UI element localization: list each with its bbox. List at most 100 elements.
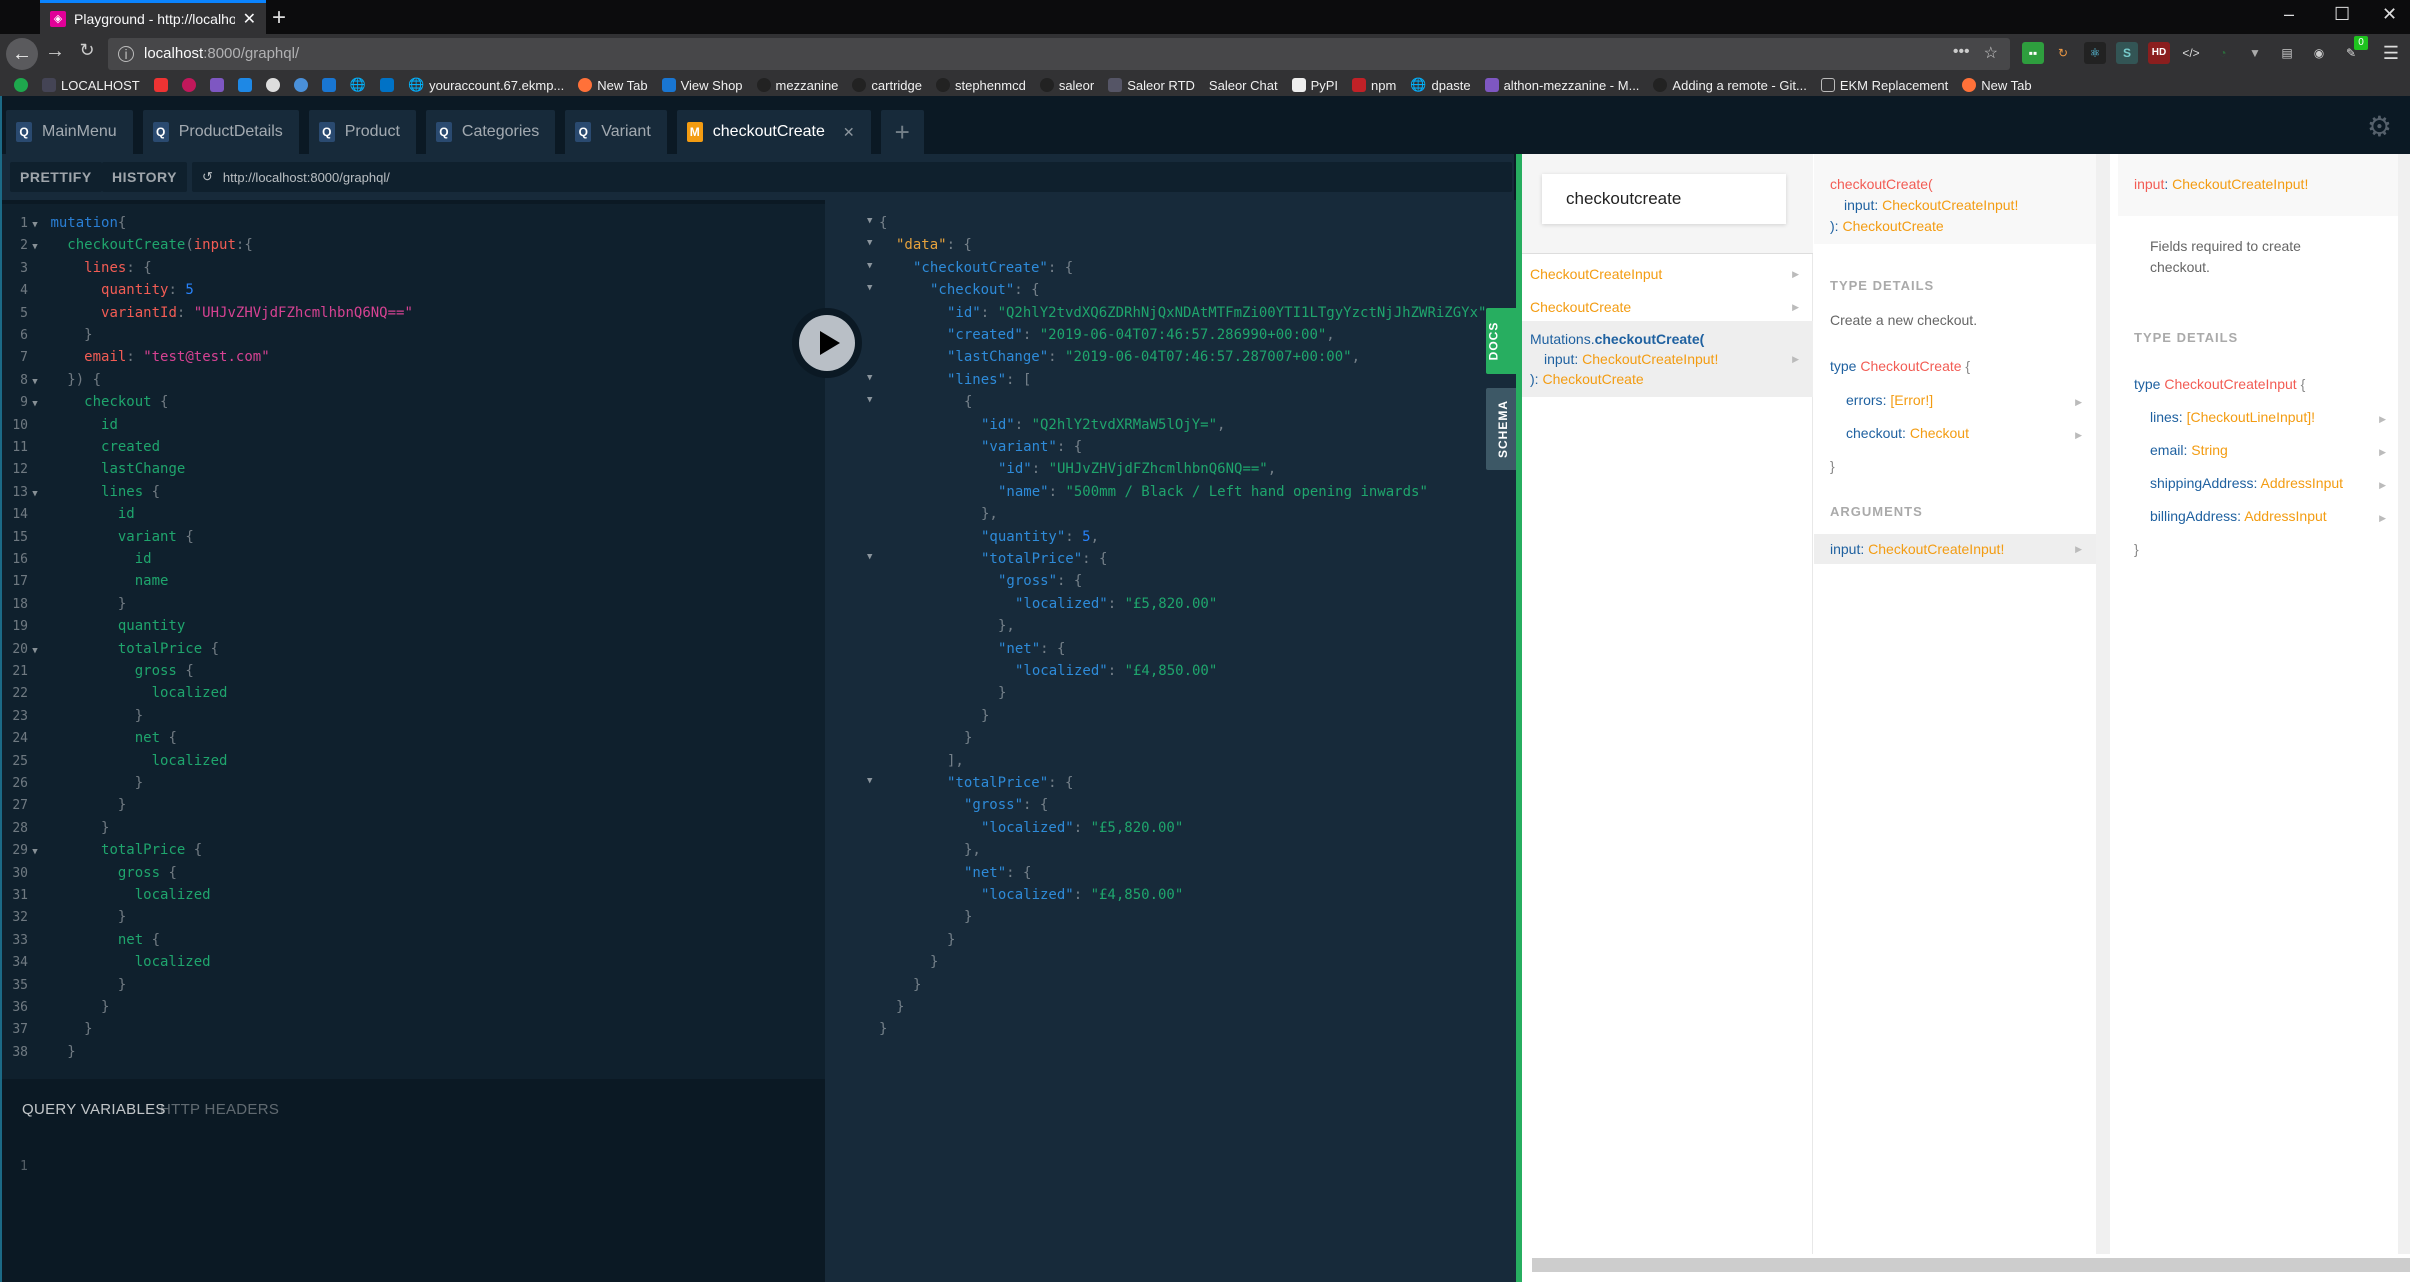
- menu-icon[interactable]: ☰: [2380, 42, 2402, 64]
- input-field-email[interactable]: email: String ▶: [2118, 440, 2400, 460]
- query-line[interactable]: 16 id: [2, 548, 151, 570]
- query-line[interactable]: 5 variantId: "UHJvZHVjdFZhcmlhbnQ6NQ==": [2, 302, 413, 324]
- query-line[interactable]: 7 email: "test@test.com": [2, 346, 269, 368]
- query-line[interactable]: 19 quantity: [2, 615, 185, 637]
- bookmark-icon-1[interactable]: [153, 78, 168, 92]
- fold-toggle-icon[interactable]: ▼: [867, 776, 872, 786]
- extension-vue-icon[interactable]: ▼: [2244, 42, 2266, 64]
- bookmark-outlook-icon[interactable]: [379, 78, 394, 92]
- bookmark-youraccount[interactable]: 🌐 youraccount.67.ekmp...: [408, 77, 564, 93]
- reload-button[interactable]: ↻: [72, 40, 102, 61]
- query-line[interactable]: 25 localized: [2, 750, 227, 772]
- tab-categories[interactable]: Q Categories: [425, 110, 556, 154]
- bookmark-icon-7[interactable]: [321, 78, 336, 92]
- argument-input[interactable]: input: CheckoutCreateInput! ▶: [1814, 534, 2096, 564]
- tab-productdetails[interactable]: Q ProductDetails: [142, 110, 299, 154]
- bookmark-althon-mezzanine[interactable]: althon-mezzanine - M...: [1484, 78, 1639, 93]
- fold-toggle-icon[interactable]: ▼: [867, 283, 872, 293]
- http-headers-tab[interactable]: HTTP HEADERS: [160, 1101, 279, 1118]
- query-line[interactable]: 30 gross {: [2, 862, 177, 884]
- schema-tab[interactable]: SCHEMA: [1486, 388, 1516, 470]
- settings-gear-icon[interactable]: ⚙: [2367, 110, 2392, 143]
- query-line[interactable]: 8 ▼ }) {: [2, 369, 101, 391]
- extension-notes-icon[interactable]: ▤: [2276, 42, 2298, 64]
- query-line[interactable]: 21 gross {: [2, 660, 193, 682]
- bookmark-ekm-replacement[interactable]: EKM Replacement: [1820, 78, 1948, 93]
- url-bar[interactable]: i localhost:8000/graphql/ ••• ☆: [108, 38, 2010, 70]
- extension-sync-icon[interactable]: ↻: [2052, 42, 2074, 64]
- query-line[interactable]: 9 ▼ checkout {: [2, 391, 168, 413]
- docs-column-scrollbar[interactable]: [2398, 154, 2410, 1254]
- tab-mainmenu[interactable]: Q MainMenu: [6, 110, 133, 154]
- fold-toggle-icon[interactable]: ▼: [867, 395, 872, 405]
- fold-toggle-icon[interactable]: ▼: [867, 216, 872, 226]
- query-line[interactable]: 34 localized: [2, 951, 210, 973]
- tab-checkoutcreate[interactable]: McheckoutCreate ✕: [676, 110, 871, 154]
- endpoint-input[interactable]: ↺ http://localhost:8000/graphql/: [192, 162, 1512, 192]
- bookmark-icon-3[interactable]: [209, 78, 224, 92]
- bookmark-view-shop[interactable]: View Shop: [661, 78, 743, 93]
- query-line[interactable]: 13 ▼ lines {: [2, 481, 160, 503]
- extension-badge-icon[interactable]: ✎ 0: [2340, 36, 2368, 64]
- query-line[interactable]: 37 }: [2, 1018, 92, 1040]
- reload-schema-icon[interactable]: ↺: [202, 169, 213, 185]
- browser-tab[interactable]: ◈ Playground - http://localhost:8 ✕: [40, 0, 266, 34]
- bookmark-new-tab-2[interactable]: New Tab: [1962, 78, 2032, 93]
- query-line[interactable]: 15 variant {: [2, 526, 193, 548]
- query-line[interactable]: 28 }: [2, 817, 109, 839]
- query-line[interactable]: 23 }: [2, 705, 143, 727]
- back-button[interactable]: ←: [6, 38, 38, 70]
- bookmark-saleor[interactable]: saleor: [1039, 78, 1094, 93]
- query-line[interactable]: 31 localized: [2, 884, 210, 906]
- type-field-checkout[interactable]: checkout: Checkout ▶: [1814, 423, 2096, 443]
- forward-button[interactable]: →: [40, 40, 70, 63]
- query-variables-tab[interactable]: QUERY VARIABLES: [22, 1101, 166, 1118]
- query-line[interactable]: 10 id: [2, 414, 118, 436]
- extension-history-icon[interactable]: ◔: [2212, 42, 2234, 64]
- query-line[interactable]: 38 }: [2, 1041, 75, 1063]
- bookmark-saleor-rtd[interactable]: Saleor RTD: [1108, 78, 1195, 93]
- tab-product[interactable]: Q Product: [308, 110, 416, 154]
- close-window-button[interactable]: ✕: [2382, 4, 2397, 25]
- query-line[interactable]: 17 name: [2, 570, 168, 592]
- docs-column-scrollbar[interactable]: [2096, 154, 2110, 1254]
- query-line[interactable]: 14 id: [2, 503, 134, 525]
- query-line[interactable]: 12 lastChange: [2, 458, 185, 480]
- query-line[interactable]: 18 }: [2, 593, 126, 615]
- type-name[interactable]: CheckoutCreateInput: [2164, 376, 2296, 392]
- fold-toggle-icon[interactable]: ▼: [867, 261, 872, 271]
- input-field-billing-address[interactable]: billingAddress: AddressInput ▶: [2118, 506, 2400, 526]
- bookmark-icon-2[interactable]: [181, 78, 196, 92]
- input-field-shipping-address[interactable]: shippingAddress: AddressInput ▶: [2118, 473, 2400, 493]
- history-button[interactable]: HISTORY: [102, 162, 187, 192]
- bookmark-star-icon[interactable]: ☆: [1984, 43, 1998, 63]
- query-line[interactable]: 36 }: [2, 996, 109, 1018]
- extension-roboform-icon[interactable]: ▪▪: [2022, 42, 2044, 64]
- type-field-errors[interactable]: errors: [Error!] ▶: [1814, 390, 2096, 410]
- bookmark-globe-icon[interactable]: 🌐: [350, 77, 366, 93]
- close-tab-icon[interactable]: ✕: [243, 9, 256, 29]
- search-result-checkoutcreate[interactable]: CheckoutCreate ▶: [1522, 297, 1813, 317]
- fold-toggle-icon[interactable]: ▼: [867, 238, 872, 248]
- query-line[interactable]: 2 ▼ checkoutCreate(input:{: [2, 234, 253, 256]
- info-icon[interactable]: i: [118, 46, 134, 62]
- bookmark-icon-4[interactable]: [237, 78, 252, 92]
- query-line[interactable]: 33 net {: [2, 929, 160, 951]
- minimize-button[interactable]: –: [2284, 4, 2294, 25]
- tab-variant[interactable]: Q Variant: [565, 110, 667, 154]
- query-line[interactable]: 35 }: [2, 974, 126, 996]
- bookmark-mezzanine[interactable]: mezzanine: [756, 78, 838, 93]
- add-tab-button[interactable]: +: [880, 110, 924, 154]
- docs-search-input[interactable]: checkoutcreate: [1542, 174, 1786, 224]
- query-editor[interactable]: 1 ▼ mutation{2 ▼ checkoutCreate(input:{3 l…: [2, 204, 825, 1079]
- extension-react-icon[interactable]: ⚛: [2084, 42, 2106, 64]
- new-tab-button[interactable]: +: [272, 4, 286, 32]
- query-line[interactable]: 3 lines: {: [2, 257, 151, 279]
- bookmark-cartridge[interactable]: cartridge: [852, 78, 922, 93]
- close-tab-icon[interactable]: ✕: [843, 124, 855, 141]
- bookmark-adding-remote[interactable]: Adding a remote - Git...: [1653, 78, 1807, 93]
- bookmark-dpaste[interactable]: 🌐 dpaste: [1410, 77, 1470, 93]
- bookmark-npm[interactable]: npm: [1352, 78, 1396, 93]
- query-line[interactable]: 6 }: [2, 324, 92, 346]
- page-actions-icon[interactable]: •••: [1953, 43, 1970, 63]
